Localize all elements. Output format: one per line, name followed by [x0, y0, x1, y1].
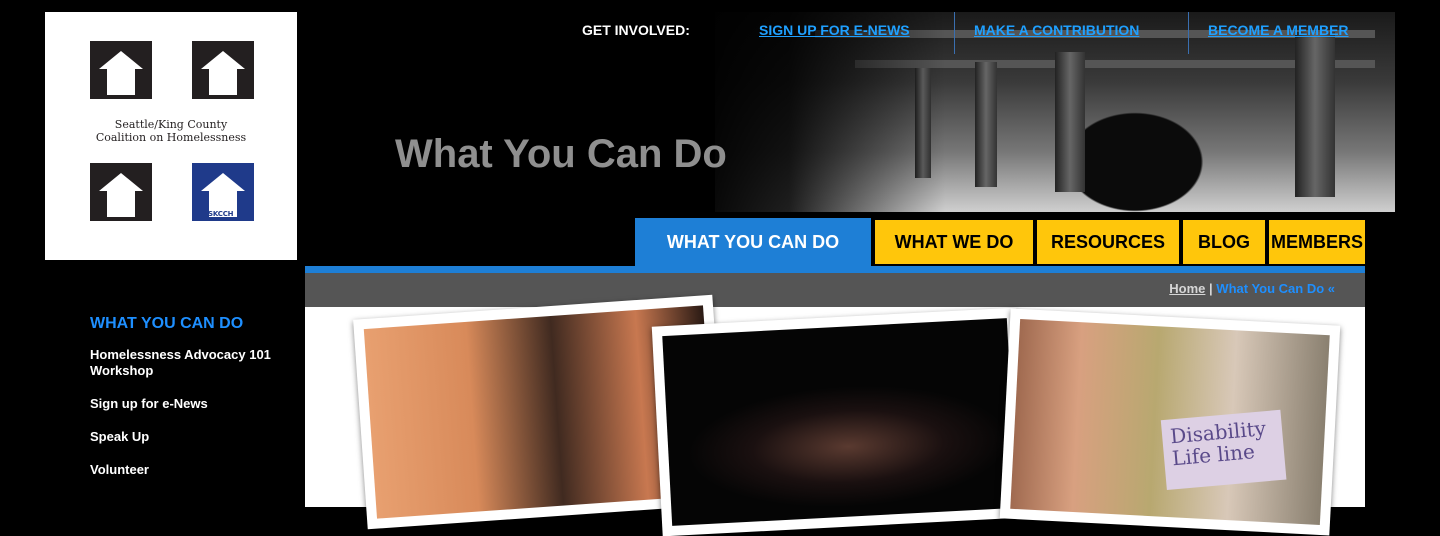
skcch-house-icon: SKCCH: [192, 163, 254, 221]
tab-blog[interactable]: BLOG: [1183, 220, 1265, 264]
tab-what-you-can-do[interactable]: WHAT YOU CAN DO: [635, 218, 871, 266]
become-member-link[interactable]: BECOME A MEMBER: [1208, 22, 1349, 38]
tab-members[interactable]: MEMBERS: [1269, 220, 1365, 264]
sidebar-item-volunteer[interactable]: Volunteer: [90, 462, 280, 478]
nav-underline: [305, 266, 1365, 273]
house-icon: [90, 41, 152, 99]
pillar: [975, 62, 997, 187]
advocate-photo: Disability Life line: [999, 308, 1341, 536]
sidebar-title: WHAT YOU CAN DO: [90, 315, 244, 332]
sign: Disability Life line: [1160, 409, 1287, 490]
get-involved-label: GET INVOLVED:: [582, 22, 690, 38]
content-area: Disability Life line: [305, 294, 1365, 536]
make-contribution-link[interactable]: MAKE A CONTRIBUTION: [974, 22, 1139, 38]
photo-image: [662, 318, 1017, 526]
sidebar: WHAT YOU CAN DO Homelessness Advocacy 10…: [90, 315, 290, 495]
header-banner: What You Can Do: [305, 12, 1395, 212]
tab-what-we-do[interactable]: WHAT WE DO: [875, 220, 1033, 264]
signup-enews-link[interactable]: SIGN UP FOR E-NEWS: [759, 22, 910, 38]
logo-text: Seattle/King County Coalition on Homeles…: [45, 118, 297, 144]
house-icon: [192, 41, 254, 99]
site-logo[interactable]: Seattle/King County Coalition on Homeles…: [45, 12, 297, 260]
logo-badge: SKCCH: [208, 210, 234, 218]
house-icon: [90, 163, 152, 221]
logo-text-line1: Seattle/King County: [114, 118, 228, 131]
divider: [954, 12, 955, 54]
logo-text-line2: Coalition on Homelessness: [95, 131, 247, 144]
sidebar-item-speak-up[interactable]: Speak Up: [90, 429, 280, 445]
divider: [1188, 12, 1189, 54]
sidebar-item-advocacy-workshop[interactable]: Homelessness Advocacy 101 Workshop: [90, 347, 280, 379]
breadcrumb-separator: |: [1209, 281, 1213, 296]
get-involved-bar: GET INVOLVED: SIGN UP FOR E-NEWS MAKE A …: [560, 12, 1380, 54]
photo-image: Disability Life line: [1010, 319, 1330, 525]
sidebar-item-enews[interactable]: Sign up for e-News: [90, 396, 280, 412]
breadcrumb: Home | What You Can Do «: [1169, 281, 1335, 296]
night-outreach-photo: [651, 307, 1028, 536]
pillar: [1295, 32, 1335, 197]
main-nav: WHAT YOU CAN DO WHAT WE DO RESOURCES BLO…: [635, 218, 1365, 266]
breadcrumb-home-link[interactable]: Home: [1169, 281, 1205, 296]
tab-resources[interactable]: RESOURCES: [1037, 220, 1179, 264]
banner-fade: [685, 12, 945, 212]
page-title: What You Can Do: [395, 132, 727, 176]
breadcrumb-bar: Home | What You Can Do «: [305, 273, 1365, 307]
pillar: [1055, 52, 1085, 192]
breadcrumb-current: What You Can Do «: [1216, 281, 1335, 296]
